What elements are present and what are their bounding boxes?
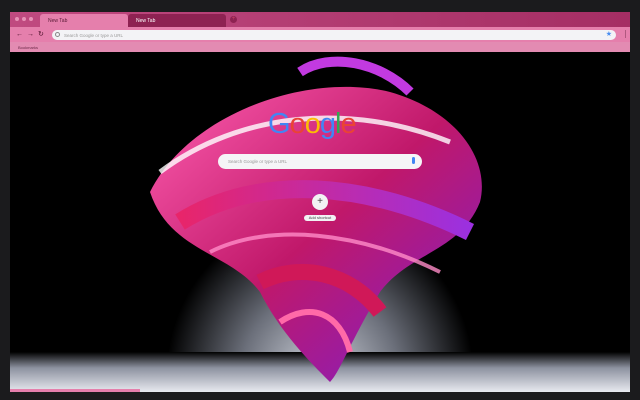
- back-button[interactable]: ←: [16, 30, 23, 39]
- add-shortcut-button[interactable]: +: [312, 194, 328, 210]
- google-logo: Google: [268, 108, 357, 140]
- search-placeholder: Search Google or type a URL: [228, 159, 288, 164]
- omnibox[interactable]: Search Google or type a URL ★: [52, 30, 616, 40]
- menu-button[interactable]: [625, 30, 626, 38]
- browser-window: New Tab New Tab + ← → ↻ Search Google or…: [10, 12, 630, 392]
- microphone-icon[interactable]: [412, 157, 415, 164]
- reload-button[interactable]: ↻: [38, 30, 44, 39]
- maximize-window-button[interactable]: [29, 17, 33, 21]
- minimize-window-button[interactable]: [22, 17, 26, 21]
- toolbar: ← → ↻ Search Google or type a URL ★: [10, 27, 630, 42]
- ntp-search-box[interactable]: Search Google or type a URL: [218, 154, 422, 169]
- bookmark-star-icon[interactable]: ★: [606, 30, 612, 38]
- omnibox-placeholder: Search Google or type a URL: [64, 32, 124, 38]
- new-tab-page: Google Search Google or type a URL + Add…: [10, 52, 630, 392]
- bookmarks-label[interactable]: Bookmarks: [18, 45, 38, 50]
- tab-new-tab[interactable]: New Tab: [128, 14, 226, 27]
- background-sculpture-image: [150, 56, 482, 382]
- window-controls: [15, 17, 33, 21]
- add-shortcut-label: Add shortcut: [304, 215, 336, 221]
- close-window-button[interactable]: [15, 17, 19, 21]
- google-icon: [55, 32, 60, 37]
- tab-strip: New Tab New Tab +: [10, 12, 630, 27]
- tab-new-tab-active[interactable]: New Tab: [40, 14, 128, 27]
- forward-button[interactable]: →: [27, 30, 34, 39]
- loading-progress-bar: [10, 389, 141, 392]
- plus-icon: +: [317, 196, 323, 207]
- new-tab-button[interactable]: +: [230, 16, 237, 23]
- bookmarks-bar: Bookmarks: [10, 42, 630, 52]
